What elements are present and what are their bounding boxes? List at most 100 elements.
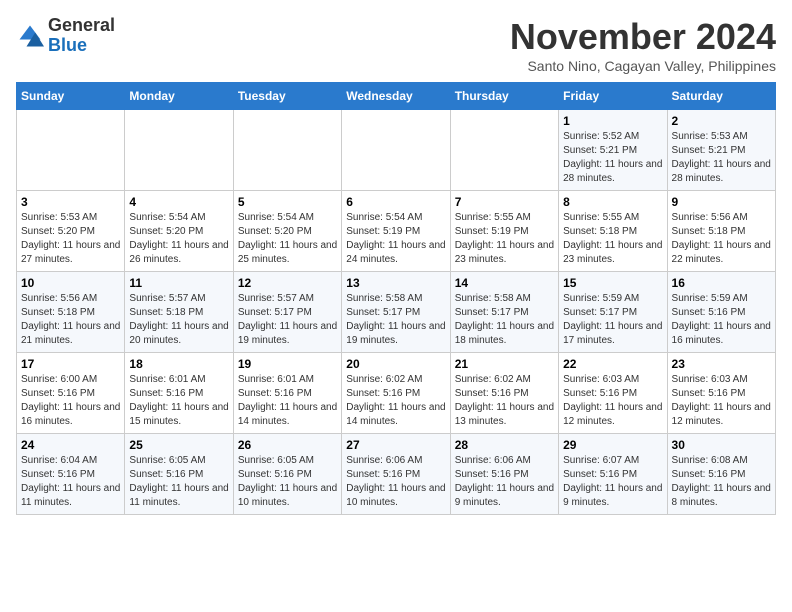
day-cell: 16 Sunrise: 5:59 AM Sunset: 5:16 PM Dayli… xyxy=(667,272,775,353)
day-number: 3 xyxy=(21,195,120,209)
day-number: 10 xyxy=(21,276,120,290)
day-number: 19 xyxy=(238,357,337,371)
day-number: 25 xyxy=(129,438,228,452)
day-info: Sunrise: 6:04 AM Sunset: 5:16 PM Dayligh… xyxy=(21,454,120,510)
day-info: Sunrise: 5:55 AM Sunset: 5:19 PM Dayligh… xyxy=(455,211,554,267)
week-row-3: 10 Sunrise: 5:56 AM Sunset: 5:18 PM Dayli… xyxy=(17,272,776,353)
logo: General Blue xyxy=(16,16,115,56)
week-row-4: 17 Sunrise: 6:00 AM Sunset: 5:16 PM Dayli… xyxy=(17,353,776,434)
day-cell: 10 Sunrise: 5:56 AM Sunset: 5:18 PM Dayli… xyxy=(17,272,125,353)
logo-general: General xyxy=(48,16,115,36)
day-info: Sunrise: 5:54 AM Sunset: 5:20 PM Dayligh… xyxy=(238,211,337,267)
day-info: Sunrise: 6:01 AM Sunset: 5:16 PM Dayligh… xyxy=(129,373,228,429)
weekday-friday: Friday xyxy=(559,83,667,110)
day-cell: 24 Sunrise: 6:04 AM Sunset: 5:16 PM Dayli… xyxy=(17,434,125,515)
logo-icon xyxy=(16,22,44,50)
day-number: 29 xyxy=(563,438,662,452)
day-info: Sunrise: 5:53 AM Sunset: 5:20 PM Dayligh… xyxy=(21,211,120,267)
day-info: Sunrise: 6:06 AM Sunset: 5:16 PM Dayligh… xyxy=(455,454,554,510)
day-info: Sunrise: 5:53 AM Sunset: 5:21 PM Dayligh… xyxy=(672,130,771,186)
day-info: Sunrise: 6:08 AM Sunset: 5:16 PM Dayligh… xyxy=(672,454,771,510)
month-title: November 2024 xyxy=(510,16,776,58)
day-cell: 13Sunrise: 5:58 AM Sunset: 5:17 PM Dayli… xyxy=(342,272,450,353)
day-cell: 19 Sunrise: 6:01 AM Sunset: 5:16 PM Dayli… xyxy=(233,353,341,434)
day-number: 1 xyxy=(563,114,662,128)
day-info: Sunrise: 6:02 AM Sunset: 5:16 PM Dayligh… xyxy=(455,373,554,429)
day-info: Sunrise: 5:59 AM Sunset: 5:16 PM Dayligh… xyxy=(672,292,771,348)
day-cell: 6 Sunrise: 5:54 AM Sunset: 5:19 PM Daylig… xyxy=(342,191,450,272)
day-cell xyxy=(125,110,233,191)
week-row-2: 3 Sunrise: 5:53 AM Sunset: 5:20 PM Daylig… xyxy=(17,191,776,272)
day-cell: 3 Sunrise: 5:53 AM Sunset: 5:20 PM Daylig… xyxy=(17,191,125,272)
day-info: Sunrise: 6:05 AM Sunset: 5:16 PM Dayligh… xyxy=(238,454,337,510)
day-cell: 23Sunrise: 6:03 AM Sunset: 5:16 PM Dayli… xyxy=(667,353,775,434)
day-number: 30 xyxy=(672,438,771,452)
day-cell: 17 Sunrise: 6:00 AM Sunset: 5:16 PM Dayli… xyxy=(17,353,125,434)
day-cell: 9 Sunrise: 5:56 AM Sunset: 5:18 PM Daylig… xyxy=(667,191,775,272)
day-cell: 30 Sunrise: 6:08 AM Sunset: 5:16 PM Dayli… xyxy=(667,434,775,515)
day-cell: 8Sunrise: 5:55 AM Sunset: 5:18 PM Daylig… xyxy=(559,191,667,272)
day-number: 16 xyxy=(672,276,771,290)
day-number: 11 xyxy=(129,276,228,290)
day-number: 26 xyxy=(238,438,337,452)
day-info: Sunrise: 6:06 AM Sunset: 5:16 PM Dayligh… xyxy=(346,454,445,510)
day-cell: 5Sunrise: 5:54 AM Sunset: 5:20 PM Daylig… xyxy=(233,191,341,272)
day-info: Sunrise: 6:02 AM Sunset: 5:16 PM Dayligh… xyxy=(346,373,445,429)
weekday-row: SundayMondayTuesdayWednesdayThursdayFrid… xyxy=(17,83,776,110)
day-number: 6 xyxy=(346,195,445,209)
day-info: Sunrise: 6:01 AM Sunset: 5:16 PM Dayligh… xyxy=(238,373,337,429)
week-row-5: 24 Sunrise: 6:04 AM Sunset: 5:16 PM Dayli… xyxy=(17,434,776,515)
day-cell xyxy=(342,110,450,191)
weekday-tuesday: Tuesday xyxy=(233,83,341,110)
day-number: 7 xyxy=(455,195,554,209)
day-number: 2 xyxy=(672,114,771,128)
location: Santo Nino, Cagayan Valley, Philippines xyxy=(510,58,776,74)
day-info: Sunrise: 6:00 AM Sunset: 5:16 PM Dayligh… xyxy=(21,373,120,429)
day-number: 18 xyxy=(129,357,228,371)
day-info: Sunrise: 5:56 AM Sunset: 5:18 PM Dayligh… xyxy=(21,292,120,348)
day-cell: 18 Sunrise: 6:01 AM Sunset: 5:16 PM Dayli… xyxy=(125,353,233,434)
day-info: Sunrise: 5:58 AM Sunset: 5:17 PM Dayligh… xyxy=(455,292,554,348)
day-info: Sunrise: 6:07 AM Sunset: 5:16 PM Dayligh… xyxy=(563,454,662,510)
day-number: 17 xyxy=(21,357,120,371)
weekday-sunday: Sunday xyxy=(17,83,125,110)
day-info: Sunrise: 5:54 AM Sunset: 5:19 PM Dayligh… xyxy=(346,211,445,267)
weekday-saturday: Saturday xyxy=(667,83,775,110)
day-number: 9 xyxy=(672,195,771,209)
day-cell: 7 Sunrise: 5:55 AM Sunset: 5:19 PM Daylig… xyxy=(450,191,558,272)
day-cell: 25 Sunrise: 6:05 AM Sunset: 5:16 PM Dayli… xyxy=(125,434,233,515)
day-cell: 12Sunrise: 5:57 AM Sunset: 5:17 PM Dayli… xyxy=(233,272,341,353)
day-number: 22 xyxy=(563,357,662,371)
day-cell: 1 Sunrise: 5:52 AM Sunset: 5:21 PM Daylig… xyxy=(559,110,667,191)
day-cell: 26 Sunrise: 6:05 AM Sunset: 5:16 PM Dayli… xyxy=(233,434,341,515)
day-number: 4 xyxy=(129,195,228,209)
weekday-wednesday: Wednesday xyxy=(342,83,450,110)
day-cell xyxy=(17,110,125,191)
day-info: Sunrise: 5:59 AM Sunset: 5:17 PM Dayligh… xyxy=(563,292,662,348)
day-cell: 2 Sunrise: 5:53 AM Sunset: 5:21 PM Daylig… xyxy=(667,110,775,191)
day-number: 21 xyxy=(455,357,554,371)
day-info: Sunrise: 5:52 AM Sunset: 5:21 PM Dayligh… xyxy=(563,130,662,186)
day-cell: 27 Sunrise: 6:06 AM Sunset: 5:16 PM Dayli… xyxy=(342,434,450,515)
day-number: 24 xyxy=(21,438,120,452)
day-number: 27 xyxy=(346,438,445,452)
page-header: General Blue November 2024 Santo Nino, C… xyxy=(16,16,776,74)
day-info: Sunrise: 6:03 AM Sunset: 5:16 PM Dayligh… xyxy=(563,373,662,429)
weekday-thursday: Thursday xyxy=(450,83,558,110)
day-cell: 14Sunrise: 5:58 AM Sunset: 5:17 PM Dayli… xyxy=(450,272,558,353)
calendar-header: SundayMondayTuesdayWednesdayThursdayFrid… xyxy=(17,83,776,110)
day-cell: 4Sunrise: 5:54 AM Sunset: 5:20 PM Daylig… xyxy=(125,191,233,272)
day-cell xyxy=(233,110,341,191)
day-info: Sunrise: 5:56 AM Sunset: 5:18 PM Dayligh… xyxy=(672,211,771,267)
day-cell: 21 Sunrise: 6:02 AM Sunset: 5:16 PM Dayli… xyxy=(450,353,558,434)
logo-blue: Blue xyxy=(48,36,115,56)
day-number: 20 xyxy=(346,357,445,371)
day-number: 8 xyxy=(563,195,662,209)
title-section: November 2024 Santo Nino, Cagayan Valley… xyxy=(510,16,776,74)
day-number: 15 xyxy=(563,276,662,290)
day-cell: 15 Sunrise: 5:59 AM Sunset: 5:17 PM Dayli… xyxy=(559,272,667,353)
day-cell xyxy=(450,110,558,191)
day-number: 28 xyxy=(455,438,554,452)
day-cell: 11Sunrise: 5:57 AM Sunset: 5:18 PM Dayli… xyxy=(125,272,233,353)
day-info: Sunrise: 6:05 AM Sunset: 5:16 PM Dayligh… xyxy=(129,454,228,510)
